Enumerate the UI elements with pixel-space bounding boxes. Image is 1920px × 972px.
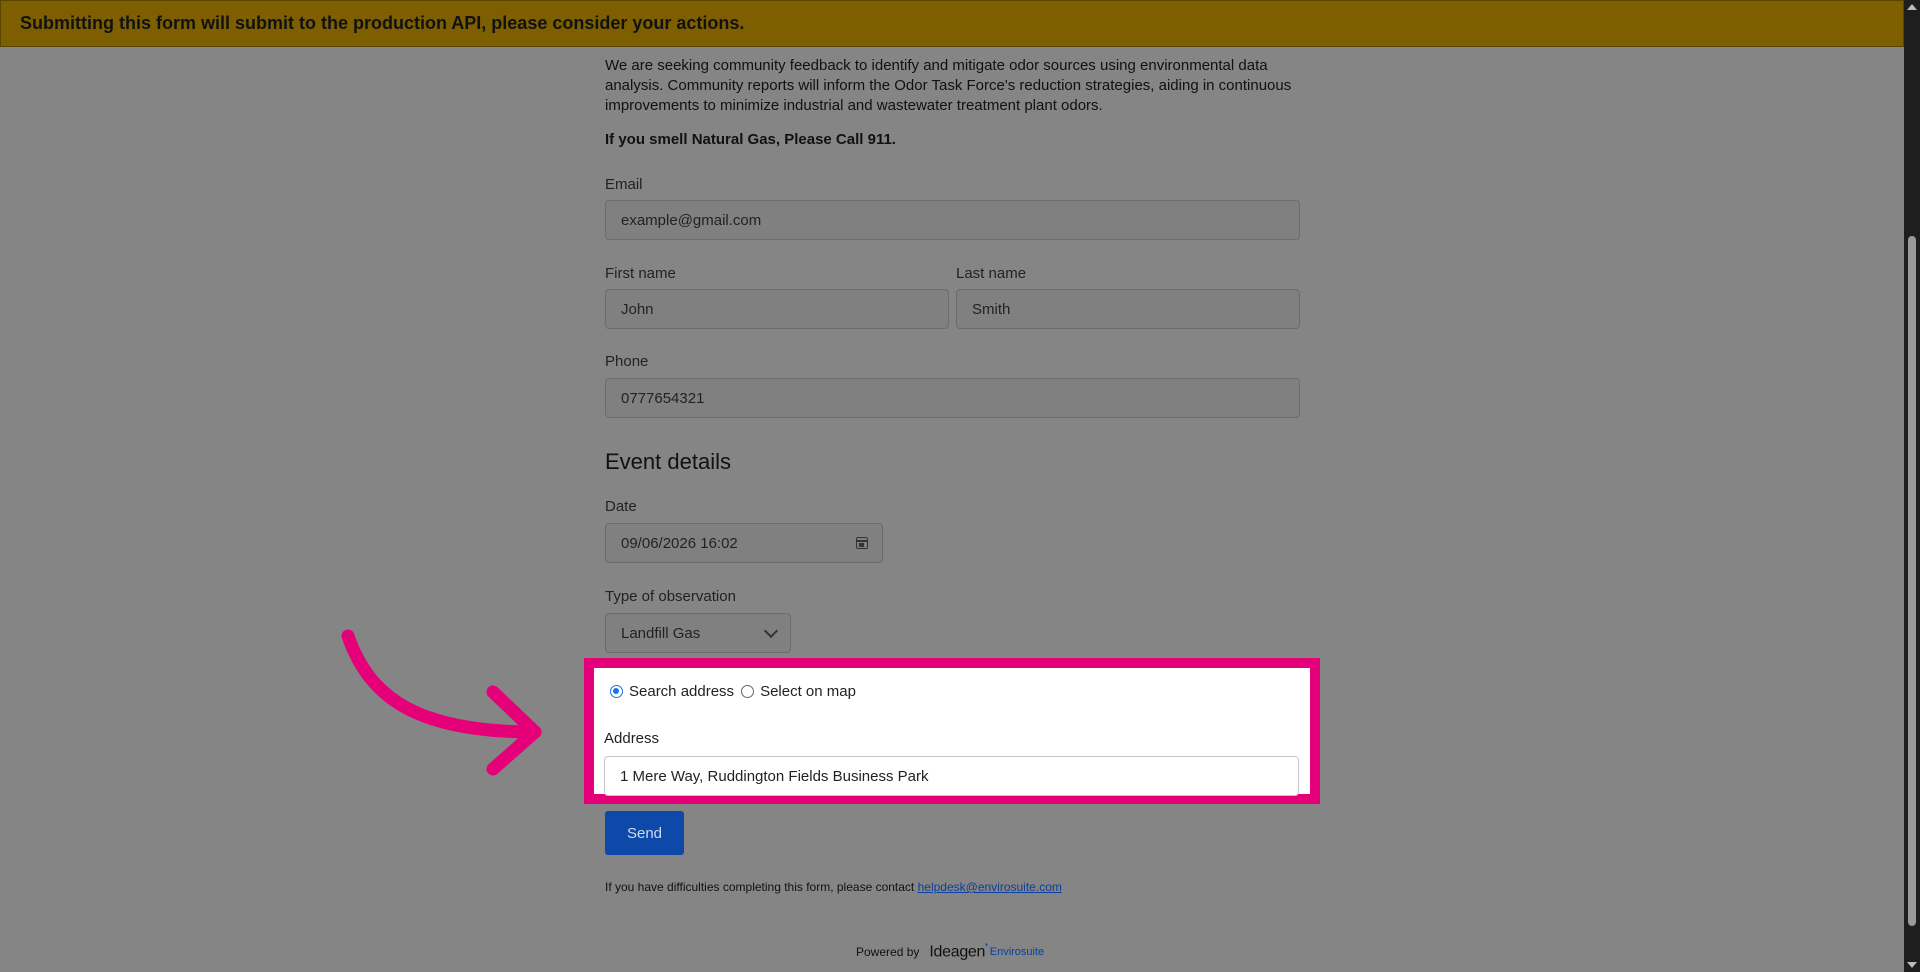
date-label: Date (605, 498, 637, 515)
select-on-map-radio[interactable] (741, 685, 755, 698)
address-label: Address (604, 730, 660, 747)
location-highlight-box: Search address Select on map Address 1 M… (584, 658, 1320, 804)
production-warning-banner: Submitting this form will submit to the … (0, 0, 1904, 47)
search-address-label[interactable]: Search address (629, 683, 734, 700)
phone-field[interactable]: 0777654321 (605, 378, 1300, 418)
pointer-arrow-icon (341, 629, 542, 776)
observation-type-value: Landfill Gas (621, 624, 701, 642)
date-value: 09/06/2026 16:02 (621, 534, 738, 552)
location-mode-radios: Search address Select on map (610, 683, 860, 700)
email-field[interactable]: example@gmail.com (605, 200, 1300, 240)
logo-main-text: Ideagen (929, 943, 986, 961)
phone-label: Phone (605, 353, 649, 370)
page-scrollbar[interactable] (1904, 0, 1920, 972)
search-address-radio[interactable] (610, 685, 623, 698)
event-details-heading: Event details (605, 449, 731, 474)
email-value: example@gmail.com (621, 211, 762, 229)
chevron-down-icon (763, 623, 779, 638)
banner-text: Submitting this form will submit to the … (20, 13, 745, 33)
observation-type-select[interactable]: Landfill Gas (605, 613, 791, 653)
address-value: 1 Mere Way, Ruddington Fields Business P… (620, 767, 929, 785)
intro-paragraph: We are seeking community feedback to ide… (605, 57, 1292, 114)
first-name-value: John (621, 300, 654, 318)
scroll-up-icon[interactable] (1907, 4, 1917, 10)
help-text: If you have difficulties completing this… (605, 880, 1062, 894)
first-name-field[interactable]: John (605, 289, 949, 329)
scrollbar-thumb[interactable] (1908, 236, 1916, 926)
last-name-value: Smith (972, 300, 1011, 318)
calendar-icon[interactable] (856, 537, 868, 549)
phone-value: 0777654321 (621, 389, 705, 407)
address-field[interactable]: 1 Mere Way, Ruddington Fields Business P… (604, 756, 1299, 796)
logo-mark-icon: ❜ (985, 942, 988, 952)
powered-by-label: Powered by (856, 944, 920, 959)
email-label: Email (605, 176, 643, 193)
last-name-field[interactable]: Smith (956, 289, 1300, 329)
envirosuite-logo-text: Envirosuite (989, 945, 1045, 958)
gas-warning: If you smell Natural Gas, Please Call 91… (605, 131, 896, 148)
first-name-label: First name (605, 265, 676, 282)
scroll-down-icon[interactable] (1907, 962, 1917, 968)
send-button-label: Send (626, 824, 663, 842)
powered-by: Powered by Ideagen❜ Envirosuite (856, 942, 1044, 961)
help-text-label: If you have difficulties completing this… (605, 880, 918, 894)
observation-type-label: Type of observation (605, 588, 736, 605)
last-name-label: Last name (956, 265, 1027, 282)
select-on-map-label[interactable]: Select on map (760, 683, 856, 700)
ideagen-logo: Ideagen❜ (929, 942, 988, 961)
date-field[interactable]: 09/06/2026 16:02 (605, 523, 883, 563)
send-button[interactable]: Send (605, 811, 684, 855)
helpdesk-email-link[interactable]: helpdesk@envirosuite.com (918, 880, 1062, 894)
